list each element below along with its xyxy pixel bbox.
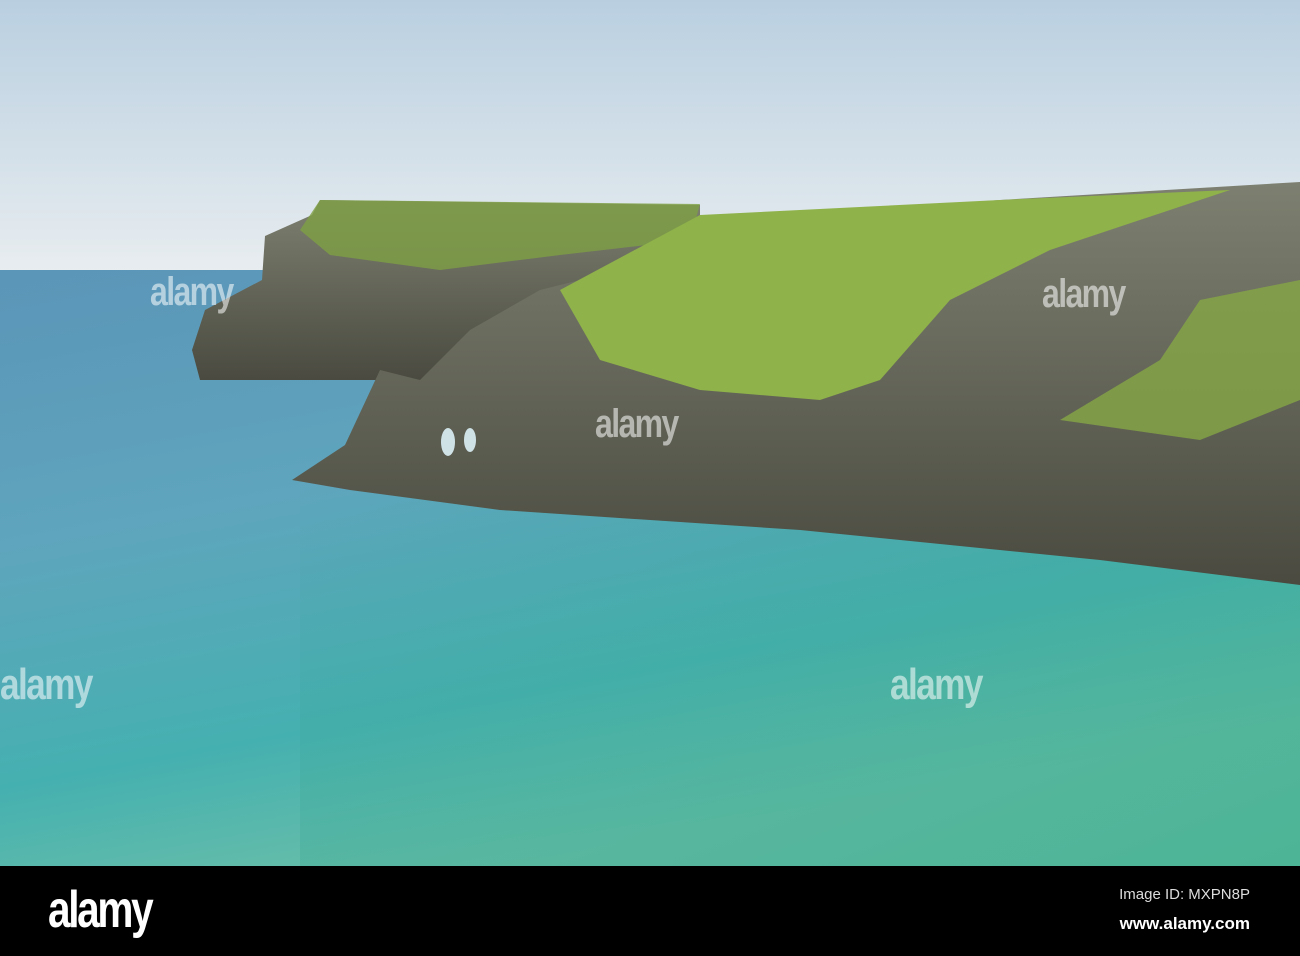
stock-photo: alamy alamy alamy alamy alamy alamy Imag…: [0, 0, 1300, 956]
image-id: Image ID: MXPN8P: [1119, 886, 1250, 903]
sea-arch: [441, 428, 455, 456]
watermark: alamy: [150, 270, 234, 314]
watermark: alamy: [890, 660, 983, 709]
website-link: www.alamy.com: [1119, 914, 1250, 933]
watermark: alamy: [1042, 272, 1126, 316]
footer-bar: alamy Image ID: MXPN8P www.alamy.com: [0, 866, 1300, 956]
sea-arch: [464, 428, 476, 452]
watermark: alamy: [595, 402, 679, 446]
watermark: alamy: [0, 660, 93, 709]
alamy-logo: alamy: [48, 881, 154, 939]
